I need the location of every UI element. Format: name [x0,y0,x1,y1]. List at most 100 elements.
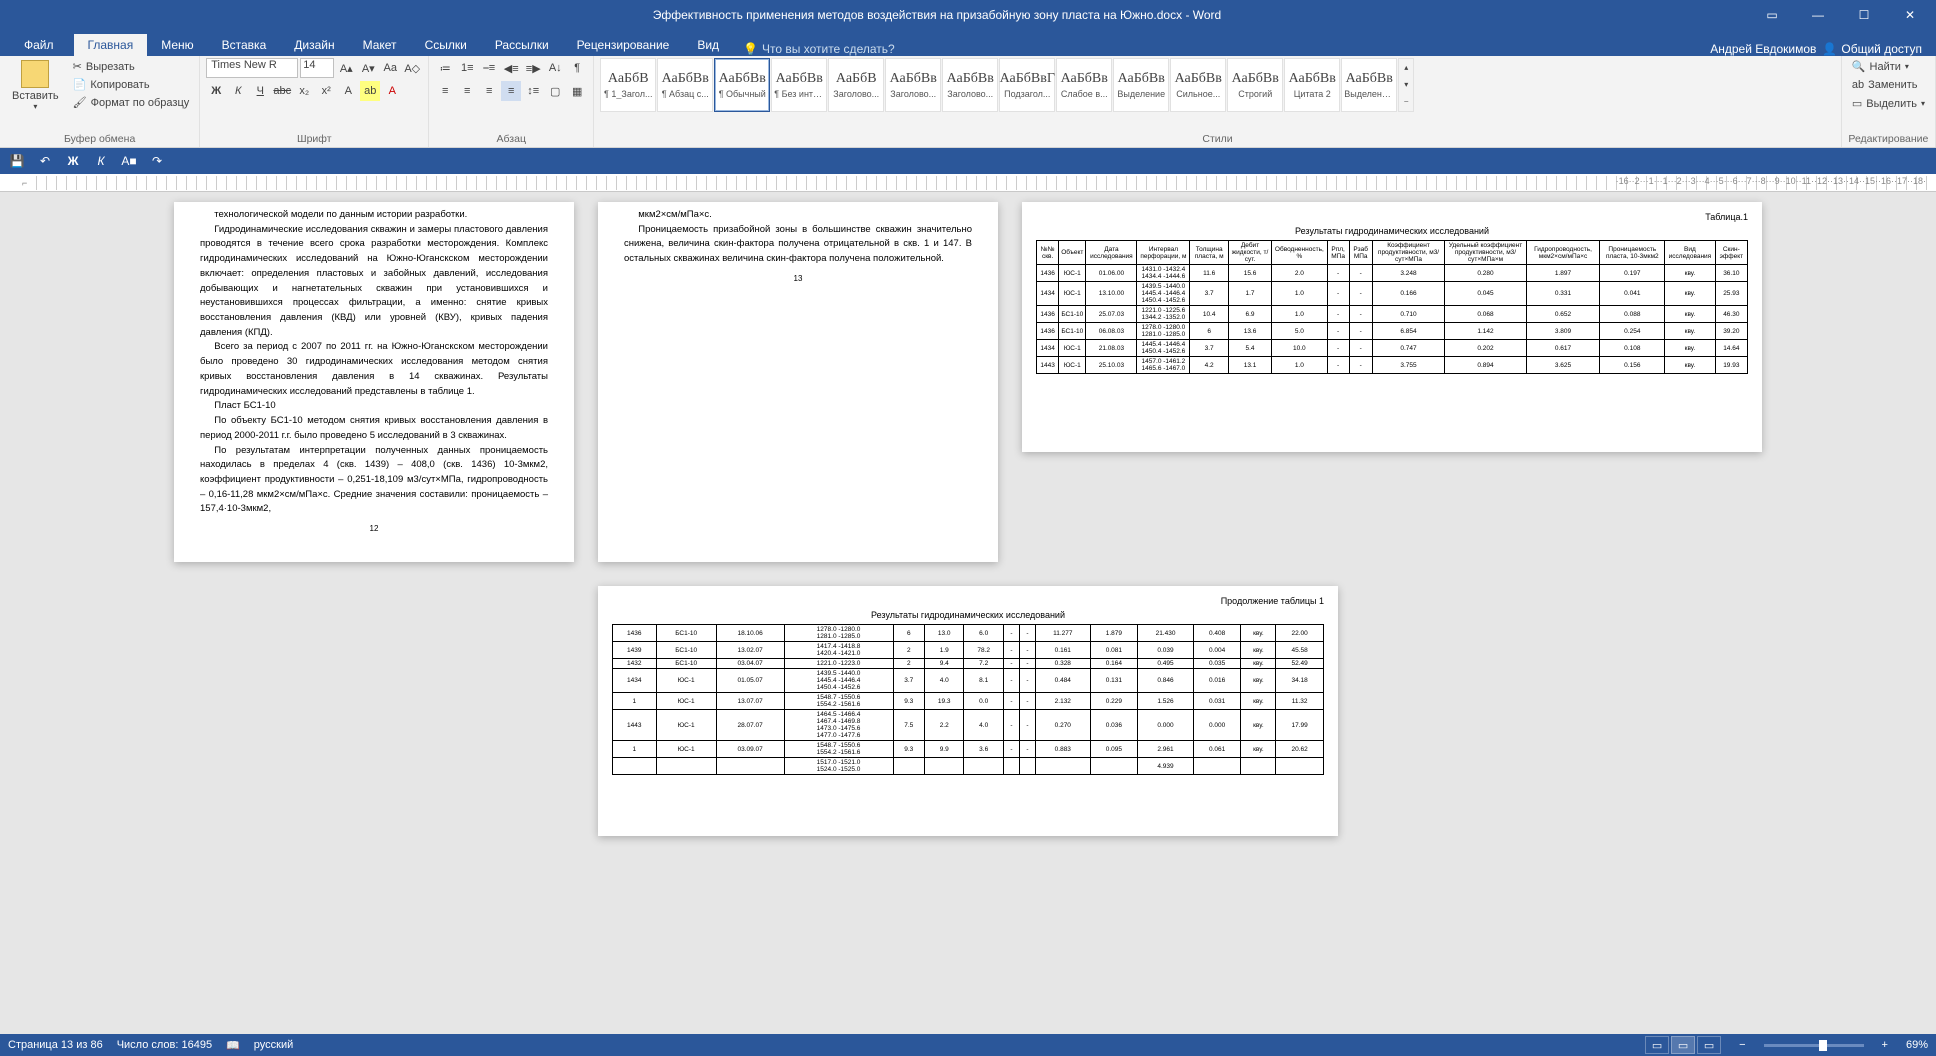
justify-button[interactable]: ≡ [501,81,521,101]
style-item[interactable]: АаБбВвВыделенн... [1341,58,1397,112]
redo-button[interactable]: ↷ [146,150,168,172]
text-effects-button[interactable]: A [338,81,358,101]
style-item[interactable]: АаБбВвЗаголово... [942,58,998,112]
sort-button[interactable]: A↓ [545,58,565,78]
style-item[interactable]: АаБбВв¶ Абзац с... [657,58,713,112]
paste-button[interactable]: Вставить ▾ [6,58,65,113]
zoom-slider[interactable] [1764,1044,1864,1047]
copy-button[interactable]: 📄Копировать [69,76,194,93]
document-page: Продолжение таблицы 1 Результаты гидроди… [598,586,1338,836]
select-button[interactable]: ▭Выделить▾ [1848,95,1929,112]
window-title: Эффективность применения методов воздейс… [124,8,1750,22]
replace-button[interactable]: abЗаменить [1848,77,1929,93]
highlight-button[interactable]: ab [360,81,380,101]
paragraph-group: ≔ 1≡ ⎯≡ ◀≡ ≡▶ A↓ ¶ ≡ ≡ ≡ ≡ ↕≡ ▢ ▦ Абзац [429,56,594,147]
ruler-toggle-icon[interactable]: ⌐ [22,178,36,188]
zoom-in-button[interactable]: + [1878,1039,1892,1051]
style-item[interactable]: АаБбВвСтрогий [1227,58,1283,112]
bold-button[interactable]: Ж [206,81,226,101]
style-item[interactable]: АаБбВвЗаголово... [885,58,941,112]
zoom-level[interactable]: 69% [1906,1039,1928,1051]
font-size-select[interactable]: 14 [300,58,334,78]
find-button[interactable]: 🔍Найти▾ [1848,58,1929,75]
chevron-down-icon: ▾ [1905,62,1909,71]
font-name-select[interactable]: Times New R [206,58,298,78]
grow-font-button[interactable]: A▴ [336,58,356,78]
styles-gallery[interactable]: АаБбВ¶ 1_Загол...АаБбВв¶ Абзац с...АаБбВ… [600,58,1835,112]
style-item[interactable]: АаБбВв¶ Обычный [714,58,770,112]
tell-me-input[interactable]: 💡 Что вы хотите сделать? [743,42,895,56]
show-marks-button[interactable]: ¶ [567,58,587,78]
print-layout-button[interactable]: ▭ [1671,1036,1695,1054]
font-group: Times New R 14 A▴ A▾ Aa A◇ Ж К Ч abc x₂ … [200,56,429,147]
styles-more-button[interactable]: ▴▾⎯ [1398,58,1414,112]
web-layout-button[interactable]: ▭ [1697,1036,1721,1054]
format-painter-button[interactable]: 🖌Формат по образцу [69,94,194,111]
style-item[interactable]: АаБбВ¶ 1_Загол... [600,58,656,112]
cut-button[interactable]: ✂Вырезать [69,58,194,75]
spellcheck-icon[interactable]: 📖 [226,1039,240,1052]
tab-home[interactable]: Главная [74,34,148,56]
clear-format-button[interactable]: A◇ [402,58,422,78]
line-spacing-button[interactable]: ↕≡ [523,81,543,101]
paragraph: технологической модели по данным истории… [200,208,548,223]
superscript-button[interactable]: x² [316,81,336,101]
style-item[interactable]: АаБбВв¶ Без инте... [771,58,827,112]
user-name[interactable]: Андрей Евдокимов [1710,42,1816,56]
share-icon: 👤 [1822,42,1837,56]
style-item[interactable]: АаБбВвГПодзагол... [999,58,1055,112]
numbering-button[interactable]: 1≡ [457,58,477,78]
page-number: 13 [624,273,972,285]
zoom-out-button[interactable]: − [1735,1039,1749,1051]
font-color-button[interactable]: A [382,81,402,101]
shading-button[interactable]: ▢ [545,81,565,101]
language-status[interactable]: русский [254,1039,293,1051]
strike-button[interactable]: abc [272,81,292,101]
tab-layout[interactable]: Макет [349,34,411,56]
style-item[interactable]: АаБбВвЦитата 2 [1284,58,1340,112]
qat-italic-button[interactable]: К [90,150,112,172]
tab-references[interactable]: Ссылки [411,34,481,56]
horizontal-ruler[interactable]: ⌐ ·16··2···1···1···2···3···4···5···6···7… [0,174,1936,192]
read-mode-button[interactable]: ▭ [1645,1036,1669,1054]
ribbon-options-icon[interactable]: ▭ [1750,1,1794,29]
save-button[interactable]: 💾 [6,150,28,172]
subscript-button[interactable]: x₂ [294,81,314,101]
shrink-font-button[interactable]: A▾ [358,58,378,78]
close-icon[interactable]: ✕ [1888,1,1932,29]
tab-review[interactable]: Рецензирование [563,34,684,56]
table-row: 1517.0 -1521.01524.0 -1525.04.939 [613,758,1324,775]
indent-button[interactable]: ≡▶ [523,58,543,78]
style-item[interactable]: АаБбВвВыделение [1113,58,1169,112]
multilevel-button[interactable]: ⎯≡ [479,58,499,78]
tab-design[interactable]: Дизайн [280,34,348,56]
lightbulb-icon: 💡 [743,42,758,56]
word-count[interactable]: Число слов: 16495 [117,1039,212,1051]
italic-button[interactable]: К [228,81,248,101]
tab-mailings[interactable]: Рассылки [481,34,563,56]
tab-file[interactable]: Файл [4,34,74,56]
qat-bold-button[interactable]: Ж [62,150,84,172]
align-right-button[interactable]: ≡ [479,81,499,101]
share-button[interactable]: 👤 Общий доступ [1822,42,1922,56]
maximize-icon[interactable]: ☐ [1842,1,1886,29]
tab-view[interactable]: Вид [683,34,733,56]
outdent-button[interactable]: ◀≡ [501,58,521,78]
minimize-icon[interactable]: — [1796,1,1840,29]
undo-button[interactable]: ↶ [34,150,56,172]
tab-menu[interactable]: Меню [147,34,207,56]
clipboard-group: Вставить ▾ ✂Вырезать 📄Копировать 🖌Формат… [0,56,200,147]
bullets-button[interactable]: ≔ [435,58,455,78]
align-left-button[interactable]: ≡ [435,81,455,101]
qat-highlight-button[interactable]: A■ [118,150,140,172]
borders-button[interactable]: ▦ [567,81,587,101]
page-status[interactable]: Страница 13 из 86 [8,1039,103,1051]
style-item[interactable]: АаБбВЗаголово... [828,58,884,112]
style-item[interactable]: АаБбВвСильное... [1170,58,1226,112]
align-center-button[interactable]: ≡ [457,81,477,101]
change-case-button[interactable]: Aa [380,58,400,78]
tab-insert[interactable]: Вставка [208,34,281,56]
style-item[interactable]: АаБбВвСлабое в... [1056,58,1112,112]
document-area[interactable]: ⌐ ·16··2···1···1···2···3···4···5···6···7… [0,174,1936,1034]
underline-button[interactable]: Ч [250,81,270,101]
